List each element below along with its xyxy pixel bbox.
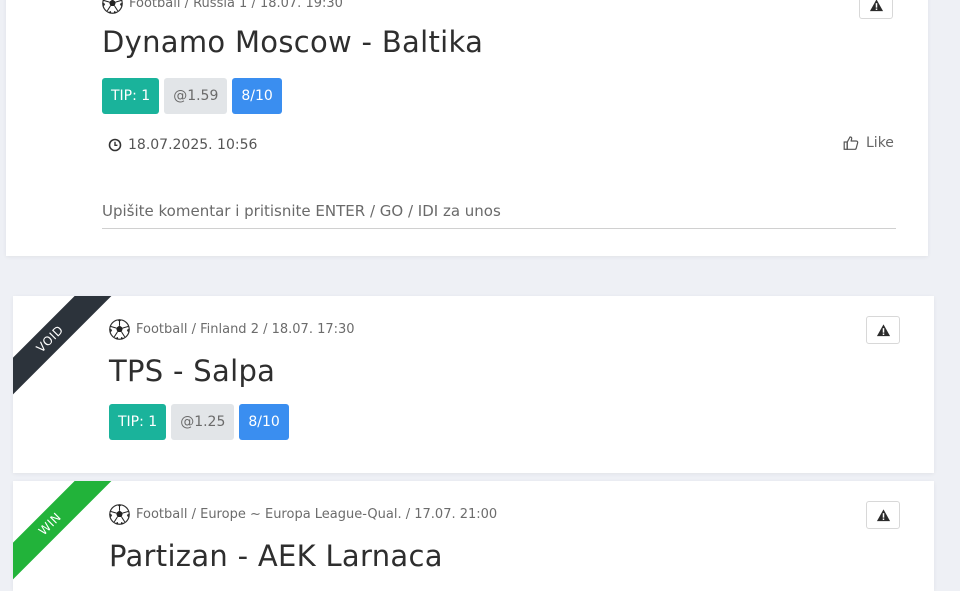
match-title: TPS - Salpa — [109, 354, 276, 388]
match-meta: Football / Russia 1 / 18.07. 19:30 — [102, 0, 343, 14]
win-ribbon: WIN — [13, 481, 113, 587]
void-ribbon: VOID — [13, 296, 113, 402]
odds-badge: @1.59 — [164, 78, 228, 114]
result-ribbon: WIN — [13, 481, 123, 591]
report-button[interactable] — [859, 0, 893, 19]
clock-icon — [108, 138, 122, 152]
confidence-badge: 8/10 — [232, 78, 282, 114]
report-button[interactable] — [866, 501, 900, 529]
like-label: Like — [866, 135, 894, 151]
match-meta-text: Football / Russia 1 / 18.07. 19:30 — [129, 0, 343, 11]
result-ribbon: VOID — [13, 296, 123, 406]
comment-input[interactable] — [102, 202, 896, 229]
tip-badges: TIP: 1 @1.59 8/10 — [102, 78, 282, 114]
tip-card: Football / Russia 1 / 18.07. 19:30 Dynam… — [6, 0, 928, 256]
soccer-ball-icon — [109, 504, 130, 525]
soccer-ball-icon — [102, 0, 123, 14]
match-title: Dynamo Moscow - Baltika — [102, 25, 484, 59]
report-button[interactable] — [866, 316, 900, 344]
match-meta-text: Football / Finland 2 / 18.07. 17:30 — [136, 322, 355, 337]
match-meta: Football / Finland 2 / 18.07. 17:30 — [109, 319, 355, 340]
warning-triangle-icon — [876, 323, 891, 338]
odds-badge: @1.25 — [171, 404, 235, 440]
confidence-badge: 8/10 — [239, 404, 289, 440]
posted-time-text: 18.07.2025. 10:56 — [128, 137, 258, 153]
tip-badge: TIP: 1 — [109, 404, 167, 440]
like-button[interactable]: Like — [843, 135, 894, 151]
match-meta: Football / Europe ~ Europa League-Qual. … — [109, 504, 497, 525]
posted-time: 18.07.2025. 10:56 — [108, 137, 257, 153]
tip-badges: TIP: 1 @1.25 8/10 — [109, 404, 289, 440]
thumbs-up-icon — [843, 135, 859, 151]
tip-card: VOID Football / Finland 2 / 18.07. 17:30… — [13, 296, 934, 473]
warning-triangle-icon — [876, 508, 891, 523]
tip-badge: TIP: 1 — [102, 78, 160, 114]
soccer-ball-icon — [109, 319, 130, 340]
match-meta-text: Football / Europe ~ Europa League-Qual. … — [136, 507, 498, 522]
tip-card: WIN Football / Europe ~ Europa League-Qu… — [13, 481, 934, 591]
warning-triangle-icon — [869, 0, 884, 13]
match-title: Partizan - AEK Larnaca — [109, 539, 443, 573]
